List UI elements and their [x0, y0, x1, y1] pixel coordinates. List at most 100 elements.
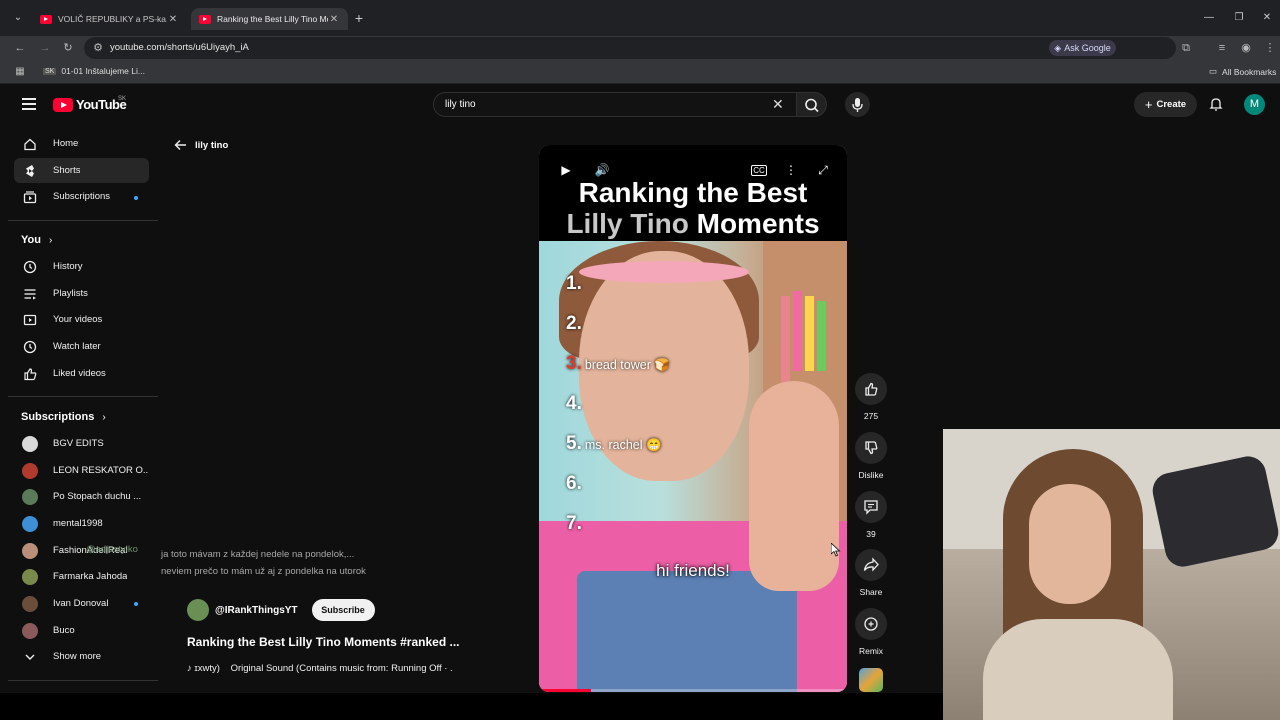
restore-icon[interactable]: ❐: [1232, 12, 1246, 23]
sound-prefix: ɪxwty): [194, 663, 220, 674]
ask-google-button[interactable]: ◈ Ask Google: [1049, 40, 1116, 56]
bookmark-item[interactable]: SK 01-01 Inštalujeme Li...: [43, 66, 145, 76]
profile-icon[interactable]: ◉: [1238, 40, 1254, 56]
like-button[interactable]: 275: [855, 373, 887, 421]
account-avatar[interactable]: M: [1244, 94, 1265, 115]
comments-button[interactable]: 39: [855, 491, 887, 539]
watch-later-icon: [22, 339, 38, 355]
progress-fill: [539, 689, 592, 692]
browser-menu-icon[interactable]: ⋮: [1262, 40, 1278, 56]
video-progress-bar[interactable]: [539, 689, 847, 692]
sidebar-item-label: History: [53, 261, 83, 272]
youtube-favicon-icon: [40, 14, 52, 24]
voice-search-button[interactable]: [845, 92, 870, 117]
youtube-favicon-icon: [199, 14, 211, 24]
share-button[interactable]: Share: [855, 549, 887, 597]
all-bookmarks-button[interactable]: ▭ All Bookmarks: [1209, 66, 1276, 77]
remix-label: Remix: [858, 646, 884, 656]
search-input[interactable]: [433, 92, 797, 117]
youtube-logo[interactable]: YouTube: [53, 97, 127, 112]
media-controls-icon[interactable]: ≡: [1214, 40, 1230, 56]
tab-title: VOLIČ REPUBLIKY a PS-ka. Dok: [58, 14, 167, 24]
chevron-right-icon: ›: [48, 234, 53, 246]
play-icon[interactable]: ▶: [558, 162, 574, 178]
like-count: 275: [863, 411, 879, 421]
liked-videos-icon: [22, 366, 38, 382]
channel-row: @IRankThingsYT Subscribe: [187, 599, 375, 621]
remix-button[interactable]: Remix: [855, 608, 887, 656]
sidebar-item-history[interactable]: History: [14, 254, 149, 279]
sidebar-item-liked-videos[interactable]: Liked videos: [14, 361, 149, 386]
sidebar-item-home[interactable]: Home: [14, 131, 149, 156]
menu-icon[interactable]: [22, 98, 36, 110]
all-bookmarks-label: All Bookmarks: [1222, 66, 1277, 77]
region-code: SK: [118, 96, 127, 102]
shorts-video-player[interactable]: Ranking the Best Lilly Tino Moments 1. 2…: [539, 145, 847, 692]
reload-icon[interactable]: ↻: [60, 40, 76, 56]
back-to-search-link[interactable]: lily tino: [174, 139, 228, 151]
sidebar-channel[interactable]: LEON RESKATOR O...: [14, 458, 149, 483]
sidebar-channel[interactable]: mental1998: [14, 511, 149, 536]
channel-name: Buco: [53, 625, 75, 636]
volume-icon[interactable]: 🔊: [594, 162, 610, 178]
new-tab-icon[interactable]: +: [352, 10, 366, 26]
tab-search-chevron-icon[interactable]: ⌄: [10, 10, 26, 26]
ask-google-label: Ask Google: [1064, 43, 1111, 53]
forward-arrow-icon[interactable]: →: [37, 40, 53, 56]
sidebar-item-watch-later[interactable]: Watch later: [14, 334, 149, 359]
extensions-icon[interactable]: ⧉: [1178, 40, 1194, 56]
subscriptions-heading-label: Subscriptions: [21, 411, 95, 423]
more-options-icon[interactable]: ⋮: [783, 162, 799, 178]
minimize-icon[interactable]: —: [1202, 12, 1216, 23]
sidebar-channel[interactable]: BGV EDITS: [14, 431, 149, 456]
browser-tab-active[interactable]: Ranking the Best Lilly Tino Mom ✕: [191, 8, 348, 30]
book: [781, 296, 790, 386]
plus-icon: +: [1144, 97, 1153, 112]
dislike-button[interactable]: Dislike: [855, 432, 887, 480]
fullscreen-icon[interactable]: ⤢: [815, 162, 831, 178]
search-button[interactable]: [797, 92, 827, 117]
tab-close-icon[interactable]: ✕: [167, 14, 179, 25]
sound-thumbnail[interactable]: [859, 668, 883, 692]
dislike-label: Dislike: [858, 470, 884, 480]
share-icon: [863, 557, 879, 572]
create-button[interactable]: + Create: [1134, 92, 1197, 117]
overlay-comment-line2: neviem prečo to mám už aj z pondelka na …: [161, 566, 366, 577]
sound-row[interactable]: ♪ ɪxwty) Original Sound (Contains music …: [187, 663, 453, 674]
back-arrow-icon[interactable]: ←: [12, 40, 28, 56]
rank-item: 6.: [566, 473, 582, 494]
video-caption: hi friends!: [656, 561, 730, 580]
apps-grid-icon[interactable]: ▦: [12, 64, 28, 80]
notifications-bell-icon[interactable]: [1208, 96, 1224, 112]
sidebar-channel[interactable]: Farmarka Jahoda: [14, 564, 149, 589]
sidebar-item-playlists[interactable]: Playlists: [14, 281, 149, 306]
overlay-comment: ja toto mávam z každej nedele na pondelo…: [161, 546, 366, 580]
sidebar-item-shorts[interactable]: Shorts: [14, 158, 149, 183]
chevron-down-icon: [22, 649, 38, 665]
sidebar-item-label: Subscriptions: [53, 191, 111, 202]
window-close-icon[interactable]: ✕: [1260, 12, 1274, 23]
channel-handle[interactable]: @IRankThingsYT: [215, 605, 298, 616]
video-frame: [539, 241, 847, 692]
sidebar-channel[interactable]: Buco: [14, 618, 149, 643]
channel-name: mental1998: [53, 518, 103, 529]
rank-item: 5. ms. rachel 😁: [566, 433, 662, 454]
sidebar-subscriptions-heading[interactable]: Subscriptions ›: [21, 411, 106, 423]
video-title[interactable]: Ranking the Best Lilly Tino Moments #ran…: [187, 635, 460, 649]
subscriptions-icon: [22, 189, 38, 205]
sidebar-show-more[interactable]: Show more: [14, 644, 149, 669]
channel-avatar[interactable]: [187, 599, 209, 621]
sidebar-channel[interactable]: Po Stopach duchu ...: [14, 484, 149, 509]
subscribe-button[interactable]: Subscribe: [311, 599, 375, 621]
captions-icon[interactable]: CC: [751, 165, 767, 176]
sidebar-item-your-videos[interactable]: Your videos: [14, 307, 149, 332]
browser-tab[interactable]: VOLIČ REPUBLIKY a PS-ka. Dok ✕: [32, 8, 187, 30]
comment-count: 39: [866, 529, 876, 539]
sidebar-you-heading[interactable]: You ›: [21, 234, 52, 246]
clear-search-icon[interactable]: ✕: [772, 96, 784, 113]
sidebar-channel[interactable]: Ivan Donoval: [14, 591, 149, 616]
tab-close-icon[interactable]: ✕: [328, 14, 340, 25]
site-info-icon[interactable]: ⚙: [90, 40, 106, 56]
sidebar-item-subscriptions[interactable]: Subscriptions: [14, 184, 149, 209]
channel-avatar: [22, 488, 38, 505]
